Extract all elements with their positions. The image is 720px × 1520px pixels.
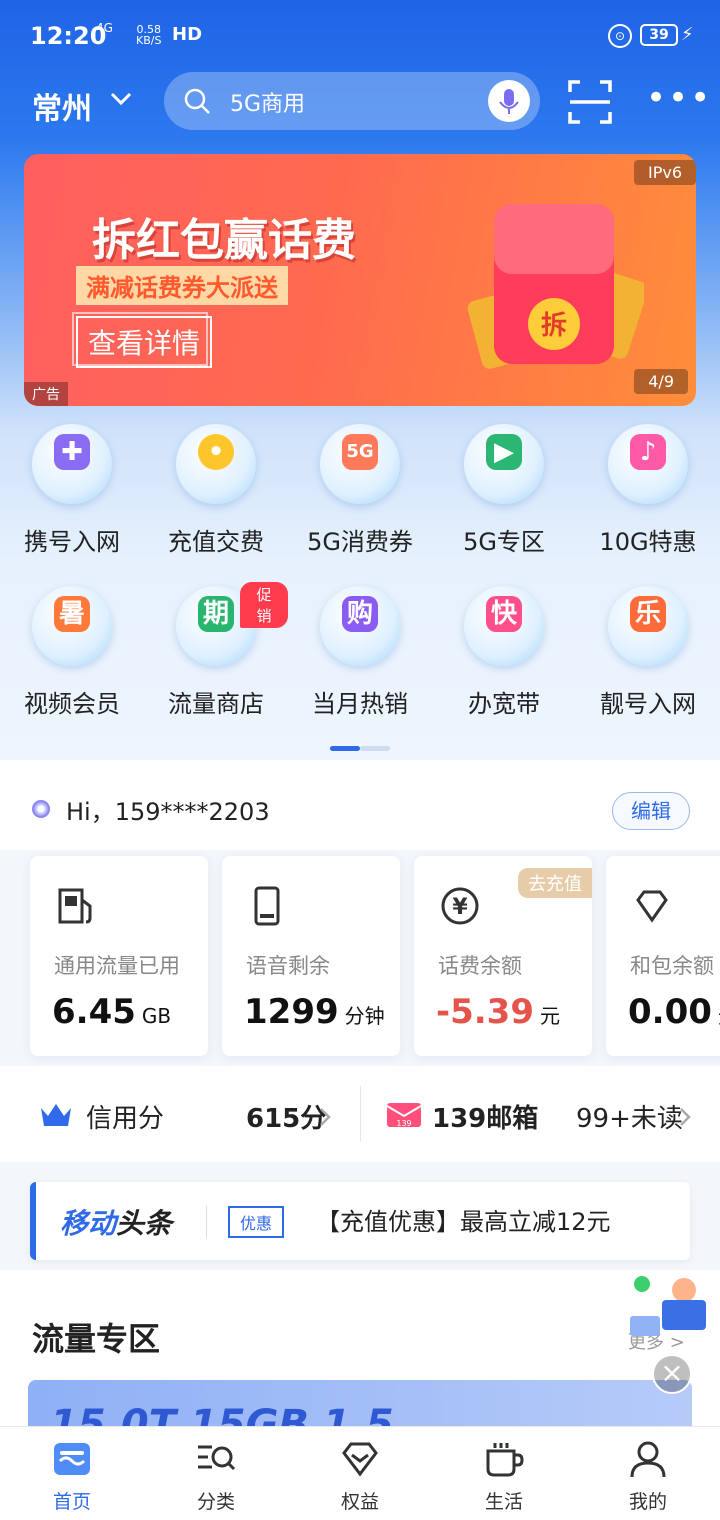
recharge-badge[interactable]: 去充值 [518,868,592,898]
rotation-lock-icon: ⊙ [608,24,632,48]
floating-ad-icon[interactable] [624,1272,720,1342]
grid-item-hot-sale[interactable]: 购 当月热销 [288,586,432,726]
home-icon [54,1443,90,1475]
news-text[interactable]: 【充值优惠】最高立减12元 [316,1202,611,1237]
mail-unread[interactable]: 99+未读 [576,1098,683,1135]
svg-text:¥: ¥ [452,895,468,920]
banner-detail-button[interactable]: 查看详情 [76,316,213,368]
status-bar: 12:20 4G 0.58 KB/S HD ⊙ 39 ⚡ [0,0,720,72]
status-time: 12:20 [30,22,107,50]
tv-icon: ▶ [464,424,544,504]
more-icon[interactable]: ••• [646,81,712,115]
promo-badge: 促销 [240,582,288,628]
buy-icon: 购 [320,586,400,666]
banner-subtitle: 满减话费券大派送 [76,266,288,305]
grid-item-video-vip[interactable]: 暑 视频会员 [0,586,144,726]
ipv6-tag: IPv6 [633,160,696,185]
chevron-down-icon[interactable] [108,86,134,112]
balance-card[interactable]: ¥ 去充值 话费余额 -5.39 元 [414,856,592,1056]
search-input[interactable]: 5G商用 [230,86,305,118]
promo-banner[interactable]: 拆红包赢话费 满减话费券大派送 查看详情 拆 IPv6 广告 4/9 [24,154,696,406]
grid-item-data-store[interactable]: 期 促销 流量商店 [144,582,288,726]
grid-item-5g-coupon[interactable]: 5G 5G消费券 [288,424,432,564]
search-bar[interactable]: 5G商用 [164,72,540,130]
voice-remaining-value: 1299 分钟 [244,992,385,1032]
balance-value: -5.39 元 [436,992,560,1032]
grid-item-lucky-number[interactable]: 乐 靓号入网 [576,586,720,726]
diamond-icon [636,890,668,923]
credit-value[interactable]: 615分 [246,1098,326,1135]
header: 常州 5G商用 ••• [0,72,720,136]
network-indicator: 4G [96,21,113,35]
microphone-icon[interactable] [488,80,530,122]
category-icon [198,1445,236,1471]
data-usage-card[interactable]: 通用流量已用 6.45 GB [30,856,208,1056]
banner-title: 拆红包赢话费 [92,215,356,266]
hebao-balance-card[interactable]: 和包余额 0.00元 [606,856,720,1056]
tab-home[interactable]: 首页 [0,1427,144,1520]
fuel-icon [58,888,92,924]
scan-icon[interactable] [566,78,614,126]
tab-benefits[interactable]: 权益 [288,1427,432,1520]
edit-button[interactable]: 编辑 [612,792,690,830]
news-ticker[interactable]: 移动头条 优惠 【充值优惠】最高立减12元 [30,1182,690,1260]
news-tag: 优惠 [228,1206,285,1238]
svg-text:139: 139 [396,1119,411,1128]
chick-icon: • [176,424,256,504]
mail-icon: 139 [386,1103,422,1128]
section-title: 流量专区 [32,1320,161,1358]
gift-icon: ♪ [608,424,688,504]
chevron-right-icon[interactable] [318,1106,332,1128]
crown-icon [41,1104,71,1126]
summer-icon: 暑 [32,586,112,666]
hebao-balance-value: 0.00元 [628,992,720,1032]
5g-icon: 5G [320,424,400,504]
news-logo: 移动头条 [60,1207,173,1240]
avatar-dot [32,800,50,818]
network-speed: 0.58 KB/S [136,23,162,47]
happy-icon: 乐 [608,586,688,666]
grid-item-broadband[interactable]: 快 办宽带 [432,586,576,726]
ad-label: 广告 [24,382,68,406]
grid-item-5g-zone[interactable]: ▶ 5G专区 [432,424,576,564]
city-selector[interactable]: 常州 [32,84,92,128]
battery-level: 39 [640,24,678,46]
account-cards: 通用流量已用 6.45 GB 语音剩余 1299 分钟 ¥ 去充值 话费余额 -5.… [0,846,720,1066]
hd-indicator: HD [172,24,203,45]
diamond-icon [342,1442,378,1477]
grid-item-10g-deal[interactable]: ♪ 10G特惠 [576,424,720,564]
tab-profile[interactable]: 我的 [576,1427,720,1520]
greeting-bar: Hi，159****2203 编辑 [0,760,720,850]
search-icon [184,88,210,114]
svg-text:拆: 拆 [541,311,567,341]
coffee-icon [486,1443,524,1477]
tab-life[interactable]: 生活 [432,1427,576,1520]
game-controller-icon: ✚ [32,424,112,504]
credit-mail-row: 信用分 615分 139 139邮箱 99+未读 [0,1066,720,1162]
bottom-tab-bar: 首页 分类 权益 生活 我的 [0,1426,720,1520]
banner-page-indicator: 4/9 [634,369,688,394]
red-envelope-icon: 拆 [467,204,644,369]
greeting-text: Hi，159****2203 [66,798,270,826]
chevron-right-icon[interactable] [678,1106,692,1128]
grid-page-indicator [330,746,390,751]
voice-remaining-card[interactable]: 语音剩余 1299 分钟 [222,856,400,1056]
phone-icon [254,886,280,926]
data-usage-value: 6.45 GB [52,992,172,1032]
credit-label[interactable]: 信用分 [86,1098,164,1135]
profile-icon [630,1441,666,1478]
tab-category[interactable]: 分类 [144,1427,288,1520]
charging-icon: ⚡ [681,24,694,45]
grid-item-port-in[interactable]: ✚ 携号入网 [0,424,144,564]
close-icon[interactable]: × [652,1354,692,1394]
yuan-icon: ¥ [441,887,479,925]
fast-icon: 快 [464,586,544,666]
mail-label[interactable]: 139邮箱 [432,1098,538,1135]
grid-item-recharge[interactable]: • 充值交费 [144,424,288,564]
